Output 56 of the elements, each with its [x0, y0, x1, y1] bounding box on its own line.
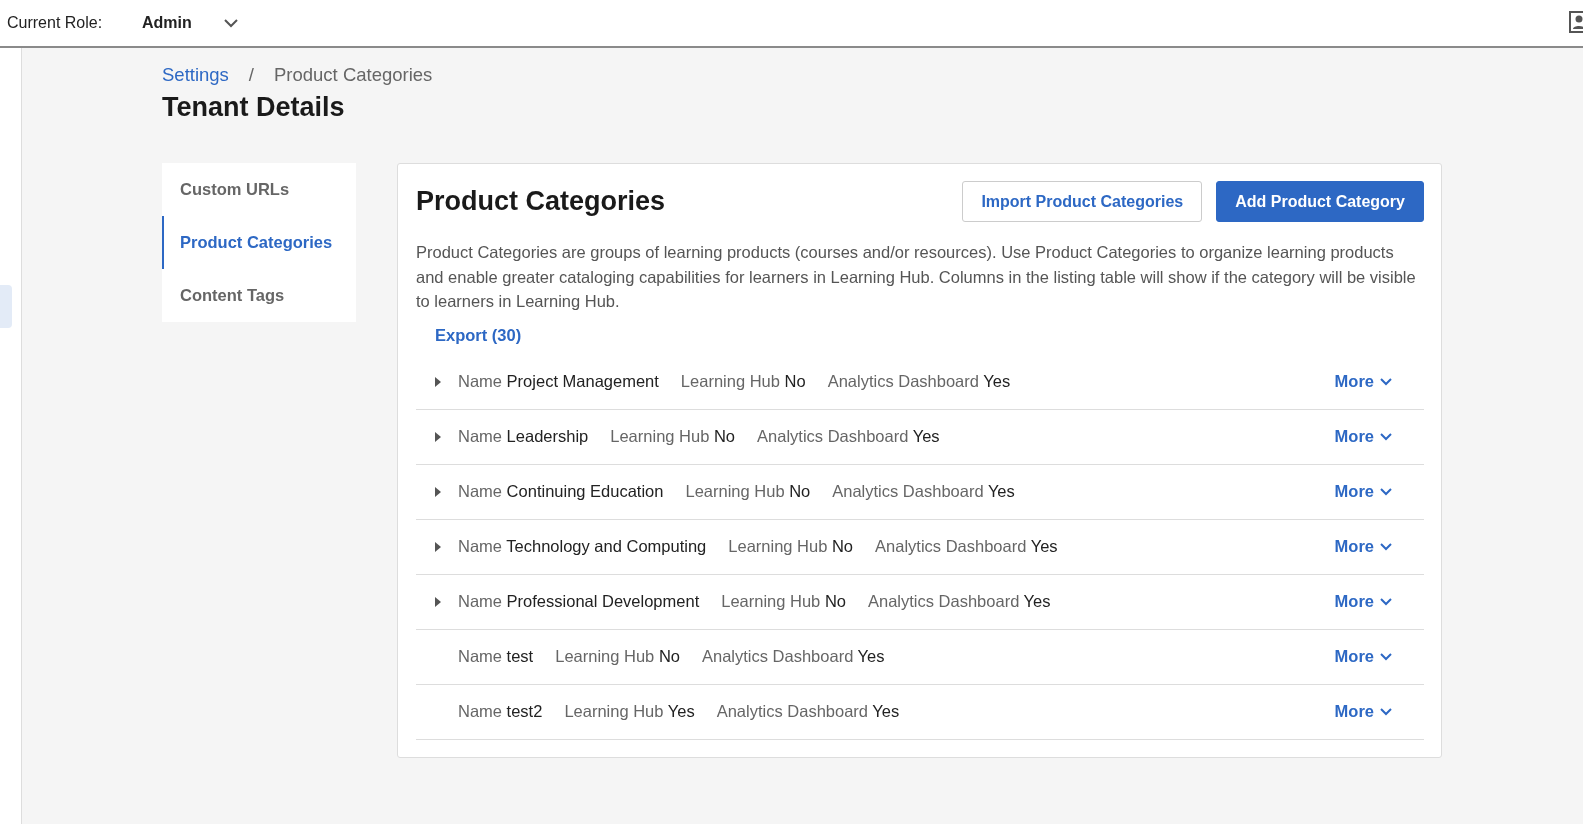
page-title: Tenant Details: [162, 92, 346, 123]
row-field: Analytics Dashboard Yes: [702, 647, 885, 666]
chevron-down-icon[interactable]: [1380, 652, 1392, 661]
more-dropdown[interactable]: More: [1334, 537, 1392, 556]
row-field: Name Technology and Computing: [458, 537, 707, 556]
row-field: Name test2: [458, 702, 543, 721]
more-dropdown[interactable]: More: [1334, 372, 1392, 391]
expand-caret-icon[interactable]: [435, 486, 441, 497]
chevron-down-icon[interactable]: [223, 18, 238, 28]
row-field: Learning Hub No: [728, 537, 854, 556]
chevron-down-icon[interactable]: [1380, 487, 1392, 496]
role-value[interactable]: Admin: [142, 14, 192, 32]
more-dropdown[interactable]: More: [1334, 702, 1392, 721]
row-field: Analytics Dashboard Yes: [875, 537, 1058, 556]
row-field: Name Continuing Education: [458, 482, 664, 501]
add-button[interactable]: Add Product Category: [1216, 181, 1424, 222]
row-field: Analytics Dashboard Yes: [716, 702, 900, 721]
row-field: Analytics Dashboard Yes: [832, 482, 1015, 501]
expand-caret-icon[interactable]: [435, 541, 441, 552]
row-field: Learning Hub No: [721, 592, 846, 611]
import-button[interactable]: Import Product Categories: [962, 181, 1203, 222]
chevron-down-icon[interactable]: [1380, 377, 1392, 386]
chevron-down-icon[interactable]: [1380, 707, 1392, 716]
expand-caret-icon[interactable]: [435, 376, 441, 387]
breadcrumb-current: Product Categories: [274, 64, 433, 86]
expand-caret-icon[interactable]: [435, 431, 441, 442]
more-dropdown[interactable]: More: [1334, 427, 1392, 446]
description: Product Categories are groups of learning products (courses and/or resources). Use Product Categories to organize learning products and enable greater cataloging capabilities for learners in Learning Hub. Columns in the listing table will show if the category will be visible to learners in Learning Hub.: [416, 242, 1417, 312]
panel-title: Product Categories: [416, 186, 667, 217]
row-field: Name Leadership: [458, 427, 589, 446]
row-field: Analytics Dashboard Yes: [757, 427, 940, 446]
row-field: Learning Hub Yes: [564, 702, 695, 721]
more-dropdown[interactable]: More: [1334, 592, 1392, 611]
row-field: Learning Hub No: [685, 482, 811, 501]
breadcrumb-link[interactable]: Settings: [162, 64, 229, 86]
row-field: Name Project Management: [458, 372, 659, 391]
user-icon[interactable]: [1569, 11, 1583, 33]
chevron-down-icon[interactable]: [1380, 597, 1392, 606]
row-field: Analytics Dashboard Yes: [827, 372, 1011, 391]
export-link[interactable]: Export (30): [435, 325, 522, 345]
breadcrumb-separator: /: [248, 64, 254, 86]
row-field: Learning Hub No: [555, 647, 680, 666]
chevron-down-icon[interactable]: [1380, 542, 1392, 551]
row-field: Analytics Dashboard Yes: [868, 592, 1051, 611]
more-dropdown[interactable]: More: [1334, 482, 1392, 501]
role-label: Current Role:: [7, 14, 104, 32]
nav-item[interactable]: Custom URLs: [162, 163, 356, 216]
row-field: Learning Hub No: [680, 372, 806, 391]
expand-caret-icon[interactable]: [435, 596, 441, 607]
chevron-down-icon[interactable]: [1380, 432, 1392, 441]
nav-item[interactable]: Product Categories: [162, 216, 356, 269]
nav-item[interactable]: Content Tags: [162, 269, 356, 322]
more-dropdown[interactable]: More: [1334, 647, 1392, 666]
row-field: Learning Hub No: [610, 427, 736, 446]
row-field: Name Professional Development: [458, 592, 700, 611]
row-field: Name test: [458, 647, 534, 666]
